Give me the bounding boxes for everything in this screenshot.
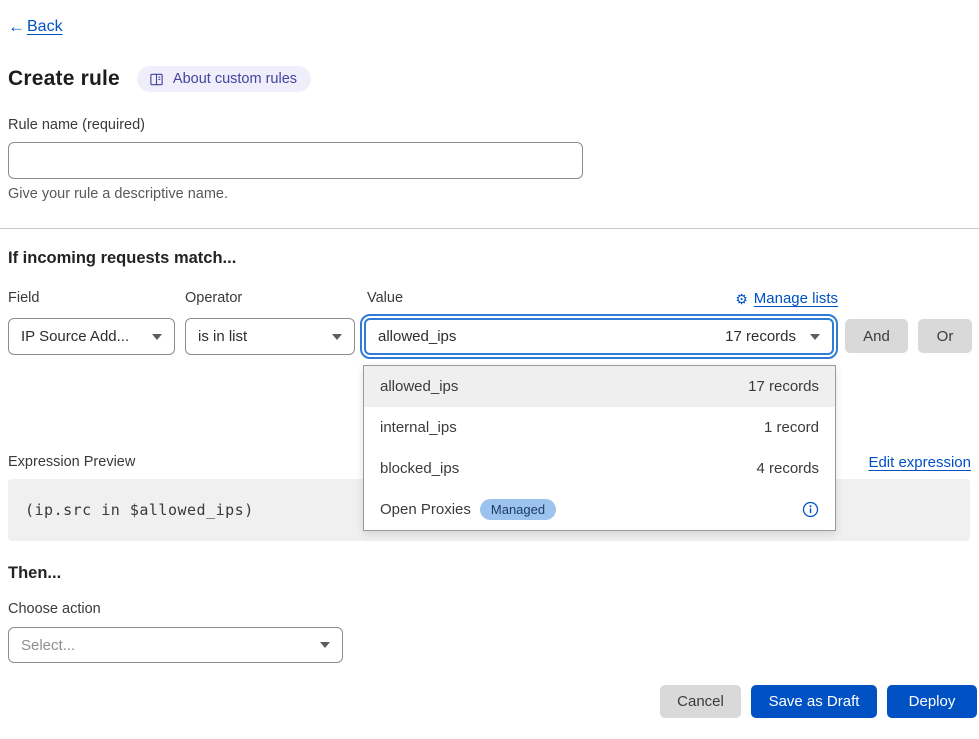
list-option-internal-ips[interactable]: internal_ips 1 record bbox=[364, 407, 835, 448]
operator-select[interactable]: is in list bbox=[185, 318, 355, 355]
expression-preview-label: Expression Preview bbox=[8, 454, 135, 470]
page-title: Create rule bbox=[8, 67, 120, 91]
rule-name-helper: Give your rule a descriptive name. bbox=[8, 186, 228, 202]
manage-lists-link[interactable]: ⚙ Manage lists bbox=[735, 290, 838, 307]
list-option-open-proxies[interactable]: Open Proxies Managed bbox=[364, 489, 835, 530]
list-option-blocked-ips[interactable]: blocked_ips 4 records bbox=[364, 448, 835, 489]
value-label: Value bbox=[367, 290, 403, 306]
list-option-name: allowed_ips bbox=[380, 378, 458, 395]
rule-name-input[interactable] bbox=[8, 142, 583, 179]
deploy-button[interactable]: Deploy bbox=[887, 685, 977, 718]
save-as-draft-button[interactable]: Save as Draft bbox=[751, 685, 877, 718]
about-custom-rules-link[interactable]: About custom rules bbox=[137, 66, 311, 92]
chevron-down-icon bbox=[810, 334, 820, 340]
rule-name-label: Rule name (required) bbox=[8, 117, 145, 133]
list-option-count: 17 records bbox=[748, 378, 819, 395]
action-select[interactable]: Select... bbox=[8, 627, 343, 663]
manage-lists-label: Manage lists bbox=[754, 290, 838, 307]
create-rule-page: { "back": { "arrow": "←", "label": "Back… bbox=[0, 0, 979, 739]
list-option-name: Open Proxies bbox=[380, 501, 471, 518]
list-option-count: 4 records bbox=[756, 460, 819, 477]
field-select[interactable]: IP Source Add... bbox=[8, 318, 175, 355]
info-icon[interactable] bbox=[802, 501, 819, 518]
operator-select-value: is in list bbox=[198, 328, 247, 345]
back-arrow-icon: ← bbox=[8, 17, 25, 37]
about-badge-label: About custom rules bbox=[173, 71, 297, 87]
field-label: Field bbox=[8, 290, 39, 306]
and-button[interactable]: And bbox=[845, 319, 908, 353]
choose-action-label: Choose action bbox=[8, 601, 101, 617]
chevron-down-icon bbox=[320, 642, 330, 648]
section-divider bbox=[0, 228, 979, 229]
list-option-name: blocked_ips bbox=[380, 460, 459, 477]
operator-label: Operator bbox=[185, 290, 242, 306]
list-option-name: internal_ips bbox=[380, 419, 457, 436]
chevron-down-icon bbox=[152, 334, 162, 340]
cancel-button[interactable]: Cancel bbox=[660, 685, 741, 718]
back-link[interactable]: ← Back bbox=[8, 17, 63, 37]
action-select-placeholder: Select... bbox=[21, 637, 75, 654]
then-heading: Then... bbox=[8, 564, 61, 583]
match-heading: If incoming requests match... bbox=[8, 249, 236, 268]
gear-icon: ⚙ bbox=[735, 292, 748, 306]
value-select[interactable]: allowed_ips 17 records bbox=[364, 318, 834, 355]
edit-expression-link[interactable]: Edit expression bbox=[868, 454, 971, 471]
list-dropdown-menu: allowed_ips 17 records internal_ips 1 re… bbox=[363, 365, 836, 531]
value-select-name: allowed_ips bbox=[378, 328, 456, 345]
chevron-down-icon bbox=[332, 334, 342, 340]
book-icon bbox=[149, 72, 164, 87]
list-option-count: 1 record bbox=[764, 419, 819, 436]
value-select-count: 17 records bbox=[725, 328, 796, 345]
managed-badge: Managed bbox=[480, 499, 556, 520]
or-button[interactable]: Or bbox=[918, 319, 972, 353]
back-link-label: Back bbox=[27, 18, 63, 36]
list-option-allowed-ips[interactable]: allowed_ips 17 records bbox=[364, 366, 835, 407]
expression-code: (ip.src in $allowed_ips) bbox=[25, 501, 254, 519]
page-header: Create rule About custom rules bbox=[8, 66, 311, 92]
field-select-value: IP Source Add... bbox=[21, 328, 129, 345]
value-select-focus-ring: allowed_ips 17 records bbox=[360, 314, 838, 359]
